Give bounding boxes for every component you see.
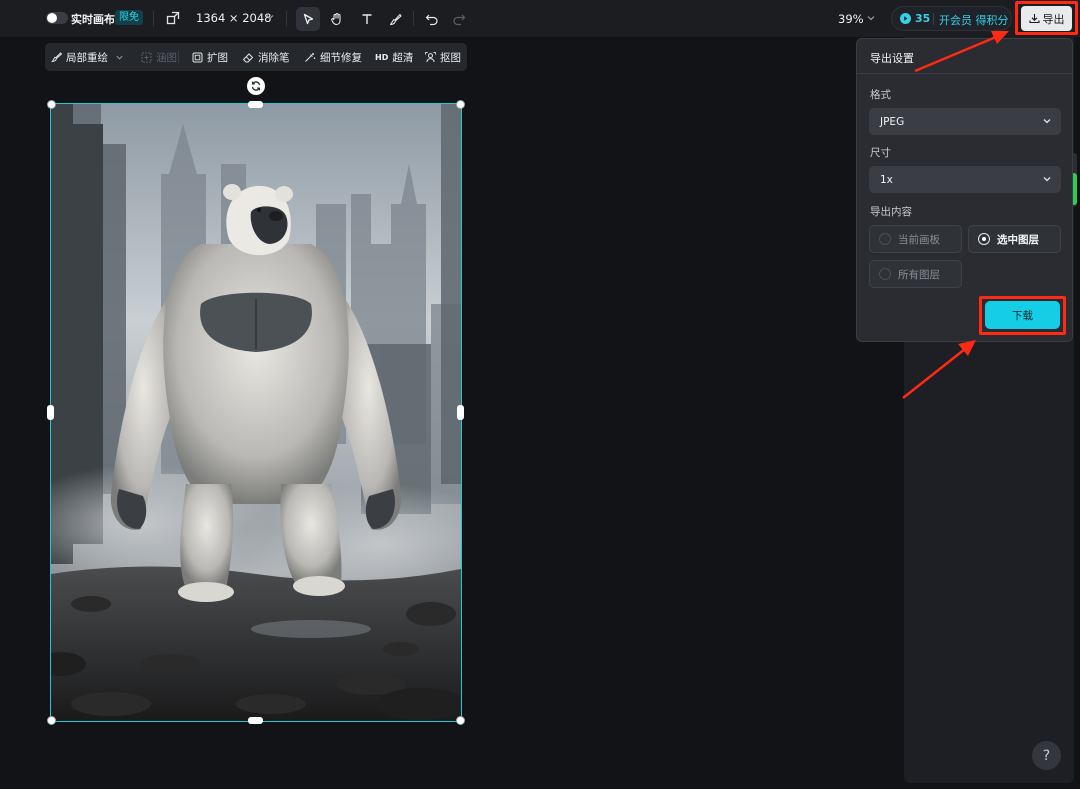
text-icon xyxy=(362,14,372,24)
option-label: 所有图层 xyxy=(898,269,940,281)
credits-pill[interactable]: 35 开会员 得积分 xyxy=(891,6,1012,31)
redo-button[interactable] xyxy=(447,7,471,31)
select-tool-button[interactable] xyxy=(296,7,320,31)
eraser-icon xyxy=(242,53,254,63)
realtime-canvas-toggle[interactable] xyxy=(46,12,68,24)
divider xyxy=(286,11,287,26)
expand-button[interactable]: 扩图 xyxy=(192,50,228,65)
membership-link[interactable]: 开会员 得积分 xyxy=(939,12,1009,28)
credits-icon xyxy=(900,13,911,24)
size-label: 尺寸 xyxy=(870,147,891,159)
frame-label: 涵图 xyxy=(156,52,177,64)
expand-label: 扩图 xyxy=(207,52,228,64)
cutout-icon xyxy=(425,52,436,63)
radio-icon xyxy=(879,268,891,280)
detail-repair-button[interactable]: 细节修复 xyxy=(304,50,362,65)
undo-icon xyxy=(425,14,438,26)
rotate-handle[interactable] xyxy=(247,77,265,95)
inpaint-label: 局部重绘 xyxy=(66,52,108,64)
eraser-label: 消除笔 xyxy=(258,52,290,64)
format-select[interactable]: JPEG xyxy=(869,108,1061,135)
redo-icon xyxy=(453,14,466,26)
chevron-down-icon xyxy=(116,55,123,60)
hd-icon: HD xyxy=(375,53,389,62)
resize-handle-top[interactable] xyxy=(248,101,263,108)
detail-repair-label: 细节修复 xyxy=(320,52,362,64)
chevron-down-icon[interactable] xyxy=(866,13,876,23)
resize-handle-bottom[interactable] xyxy=(248,717,263,724)
resize-handle-left[interactable] xyxy=(47,405,54,420)
option-current-artboard[interactable]: 当前画板 xyxy=(869,225,962,253)
resize-handle-bottom-right[interactable] xyxy=(456,716,465,725)
brush-tool-button[interactable] xyxy=(383,7,407,31)
top-toolbar: 实时画布 限免 1364 × 2048 39% 35 开会员 得积分 导出 xyxy=(0,0,1080,37)
eraser-button[interactable]: 消除笔 xyxy=(242,50,290,65)
radio-selected-icon xyxy=(978,233,990,245)
option-all-layers[interactable]: 所有图层 xyxy=(869,260,962,288)
chevron-down-icon xyxy=(1043,119,1051,124)
frame-icon xyxy=(141,52,152,63)
text-tool-button[interactable] xyxy=(355,7,379,31)
resize-handle-right[interactable] xyxy=(457,405,464,420)
undo-button[interactable] xyxy=(420,7,444,31)
cutout-label: 抠图 xyxy=(440,52,461,64)
canvas-resize-icon[interactable] xyxy=(166,11,180,25)
canvas-size-label[interactable]: 1364 × 2048 xyxy=(196,11,271,25)
hd-label: 超清 xyxy=(392,52,414,64)
option-selected-layer[interactable]: 选中图层 xyxy=(968,225,1061,253)
inpaint-button[interactable]: 局部重绘 xyxy=(51,50,124,65)
cursor-icon xyxy=(303,13,313,24)
format-label: 格式 xyxy=(870,89,891,101)
canvas-image-layer[interactable] xyxy=(50,103,462,722)
resize-handle-top-right[interactable] xyxy=(456,100,465,109)
resize-handle-top-left[interactable] xyxy=(47,100,56,109)
frame-button[interactable]: 涵图 xyxy=(141,50,177,65)
option-label: 选中图层 xyxy=(997,234,1039,246)
polar-bear-city-illustration xyxy=(51,104,461,721)
export-content-label: 导出内容 xyxy=(870,206,912,218)
size-select[interactable]: 1x xyxy=(869,166,1061,193)
hd-button[interactable]: HD 超清 xyxy=(375,50,413,65)
size-value: 1x xyxy=(880,173,893,186)
divider xyxy=(857,73,1072,74)
credits-count: 35 xyxy=(915,12,931,25)
brush-icon xyxy=(51,52,62,63)
magic-wand-icon xyxy=(305,53,316,62)
zoom-level[interactable]: 39% xyxy=(838,12,864,26)
format-value: JPEG xyxy=(880,115,905,128)
divider xyxy=(933,13,934,25)
free-badge: 限免 xyxy=(115,10,143,25)
realtime-canvas-label: 实时画布 xyxy=(71,13,115,26)
cutout-button[interactable]: 抠图 xyxy=(425,50,461,65)
chevron-down-icon[interactable] xyxy=(265,12,275,22)
divider xyxy=(413,11,414,26)
expand-icon xyxy=(192,52,203,63)
radio-icon xyxy=(879,233,891,245)
rotate-icon xyxy=(251,81,261,91)
divider xyxy=(178,51,179,63)
hand-icon xyxy=(331,12,341,26)
popup-title: 导出设置 xyxy=(870,52,914,65)
divider xyxy=(153,11,154,26)
highlight-box-export xyxy=(1015,1,1078,35)
help-button[interactable]: ? xyxy=(1032,741,1061,770)
highlight-box-download xyxy=(979,296,1066,335)
hand-tool-button[interactable] xyxy=(325,7,349,31)
option-label: 当前画板 xyxy=(898,234,940,246)
chevron-down-icon xyxy=(1043,177,1051,182)
brush-icon xyxy=(389,13,402,25)
image-edit-toolbar: 局部重绘 涵图 扩图 消除笔 细节修复 HD 超清 抠图 xyxy=(45,43,467,71)
resize-handle-bottom-left[interactable] xyxy=(47,716,56,725)
